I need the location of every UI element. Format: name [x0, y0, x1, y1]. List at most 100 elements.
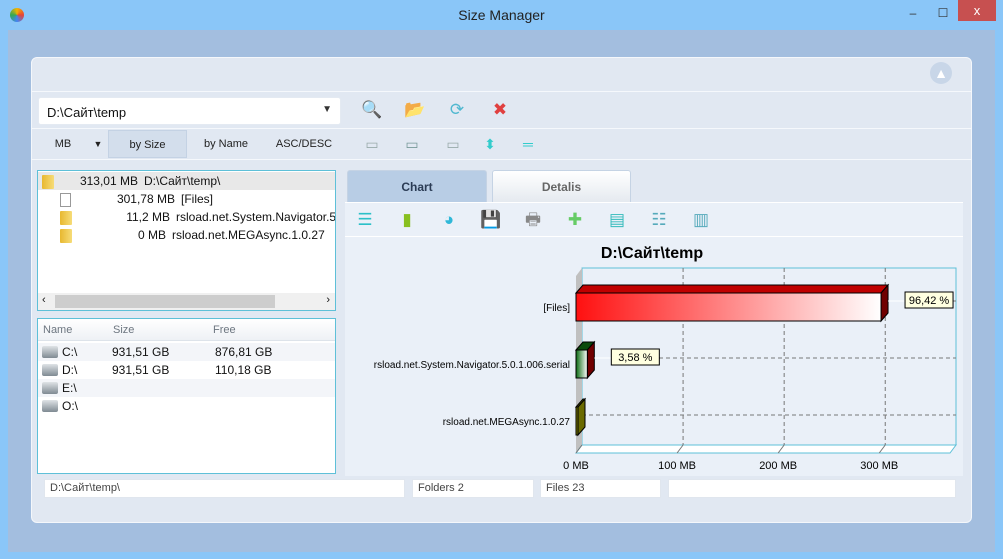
x-tick-label: 100 MB: [658, 460, 696, 472]
divider: [31, 91, 972, 92]
status-files: Files 23: [540, 479, 661, 498]
legend-icon[interactable]: ▤: [605, 209, 629, 231]
chart-title: D:\Сайт\temp: [601, 245, 704, 262]
drive-list[interactable]: Name Size Free C:\ 931,51 GB 876,81 GB D:\ 9…: [37, 318, 336, 474]
collapse-icon[interactable]: ═: [516, 133, 540, 155]
item-name: rsload.net.System.Navigator.5.0.1.006.se…: [176, 210, 335, 224]
sort-order-button[interactable]: ASC/DESC: [270, 130, 338, 158]
drive-icon: [42, 382, 58, 394]
drive-name: D:\: [62, 363, 78, 377]
file-icon: [60, 192, 71, 207]
unit-dropdown-icon[interactable]: ▼: [90, 130, 106, 158]
category-label: rsload.net.System.Navigator.5.0.1.006.se…: [374, 360, 570, 371]
tree-item[interactable]: 313,01 MB D:\Сайт\temp\: [38, 172, 335, 190]
divider: [31, 159, 972, 160]
tab-details[interactable]: Detalis: [492, 170, 631, 203]
tree-item[interactable]: 11,2 MB rsload.net.System.Navigator.5.0.1…: [38, 208, 335, 226]
category-label: rsload.net.MEGAsync.1.0.27: [443, 417, 571, 428]
stop-icon[interactable]: ✖: [488, 99, 512, 121]
unit-select[interactable]: MB: [45, 130, 81, 158]
chart-toolbar: ☰ ▮ ◕ 💾 🖶 ✚ ▤ ☷ ▥: [345, 203, 963, 237]
drive-list-header: Name Size Free: [38, 319, 335, 341]
scroll-right-icon[interactable]: ›: [326, 294, 330, 306]
logo-icon: ▲: [930, 62, 952, 84]
status-extra: [668, 479, 956, 498]
scan-icon[interactable]: 🔍: [360, 99, 384, 121]
save-icon[interactable]: 💾: [479, 209, 503, 231]
plot-floor: [575, 444, 957, 454]
scrollbar-thumb[interactable]: [55, 295, 275, 308]
minimize-button[interactable]: –: [900, 6, 926, 24]
folder-icon: [60, 228, 72, 243]
tab-chart[interactable]: Chart: [347, 170, 487, 203]
drive-free: 876,81 GB: [215, 345, 273, 359]
item-size: 0 MB: [137, 228, 166, 242]
path-value: D:\Сайт\temp: [47, 105, 127, 120]
drive-icon: [42, 364, 58, 376]
drive-row[interactable]: O:\: [38, 397, 335, 415]
drive-icon: [42, 346, 58, 358]
drive-icon: [42, 400, 58, 412]
drive-name: C:\: [62, 345, 78, 359]
folder-icon: [42, 174, 54, 189]
bar[interactable]: [575, 349, 588, 379]
bar[interactable]: [575, 406, 579, 436]
category-label: [Files]: [543, 303, 570, 314]
network-drive-icon[interactable]: ▭: [400, 133, 424, 155]
drive-icon[interactable]: ▭: [360, 133, 384, 155]
chevron-down-icon[interactable]: ▼: [322, 104, 332, 115]
column-size[interactable]: Size: [113, 324, 143, 336]
item-size: 11,2 MB: [126, 210, 170, 224]
divider: [31, 128, 972, 129]
bar-top: [574, 284, 890, 294]
drive-name: O:\: [62, 399, 79, 413]
data-label: 3,58 %: [618, 352, 652, 364]
column-free[interactable]: Free: [213, 324, 243, 336]
folder-icon: [60, 210, 72, 225]
pie-chart-icon[interactable]: ◕: [437, 209, 461, 231]
tree-item[interactable]: 0 MB rsload.net.MEGAsync.1.0.27: [38, 226, 335, 244]
maximize-button[interactable]: ☐: [930, 6, 956, 24]
drive-small-icon[interactable]: ▭: [441, 133, 465, 155]
list-icon[interactable]: ☷: [647, 209, 671, 231]
x-tick-label: 300 MB: [860, 460, 898, 472]
scroll-left-icon[interactable]: ‹: [42, 294, 46, 306]
folder-tree[interactable]: 313,01 MB D:\Сайт\temp\ 301,78 MB [Files] 11…: [37, 170, 336, 311]
item-name: [Files]: [181, 192, 214, 206]
close-button[interactable]: x: [958, 0, 996, 21]
drive-size: 931,51 GB: [112, 345, 170, 359]
drive-name: E:\: [62, 381, 77, 395]
horizontal-scrollbar[interactable]: ‹ ›: [38, 293, 335, 310]
expand-icon[interactable]: ⬍: [478, 133, 502, 155]
print-icon[interactable]: 🖶: [521, 209, 545, 231]
status-path: D:\Сайт\temp\: [44, 479, 405, 498]
item-size: 301,78 MB: [116, 192, 175, 206]
drive-row[interactable]: E:\: [38, 379, 335, 397]
add-chart-icon[interactable]: ✚: [563, 209, 587, 231]
sort-by-size-button[interactable]: by Size: [108, 130, 187, 158]
open-folder-icon[interactable]: 📂: [403, 99, 427, 121]
tree-item[interactable]: 301,78 MB [Files]: [38, 190, 335, 208]
item-name: D:\Сайт\temp\: [144, 174, 221, 188]
vertical-bar-icon[interactable]: ▮: [395, 209, 419, 231]
column-name[interactable]: Name: [43, 324, 73, 336]
item-size: 313,01 MB: [79, 174, 138, 188]
window-title: Size Manager: [458, 7, 545, 23]
bar[interactable]: [575, 292, 882, 322]
path-combobox[interactable]: D:\Сайт\temp ▼: [38, 97, 341, 125]
drive-size: 931,51 GB: [112, 363, 170, 377]
x-tick-label: 200 MB: [759, 460, 797, 472]
drive-row[interactable]: C:\ 931,51 GB 876,81 GB: [38, 343, 335, 361]
item-name: rsload.net.MEGAsync.1.0.27: [172, 228, 325, 242]
drive-free: 110,18 GB: [215, 363, 272, 377]
sort-by-name-button[interactable]: by Name: [194, 130, 258, 158]
bar-chart: D:\Сайт\temp 0 MB 100 MB 200 MB 300 MB [Files…: [374, 245, 957, 472]
horizontal-bar-icon[interactable]: ☰: [353, 209, 377, 231]
x-tick-label: 0 MB: [563, 460, 589, 472]
data-label: 96,42 %: [909, 295, 950, 307]
status-folders: Folders 2: [412, 479, 534, 498]
title-bar: Size Manager – ☐ x: [0, 0, 1003, 30]
refresh-icon[interactable]: ⟳: [445, 99, 469, 121]
drive-row[interactable]: D:\ 931,51 GB 110,18 GB: [38, 361, 335, 379]
grid-icon[interactable]: ▥: [689, 209, 713, 231]
